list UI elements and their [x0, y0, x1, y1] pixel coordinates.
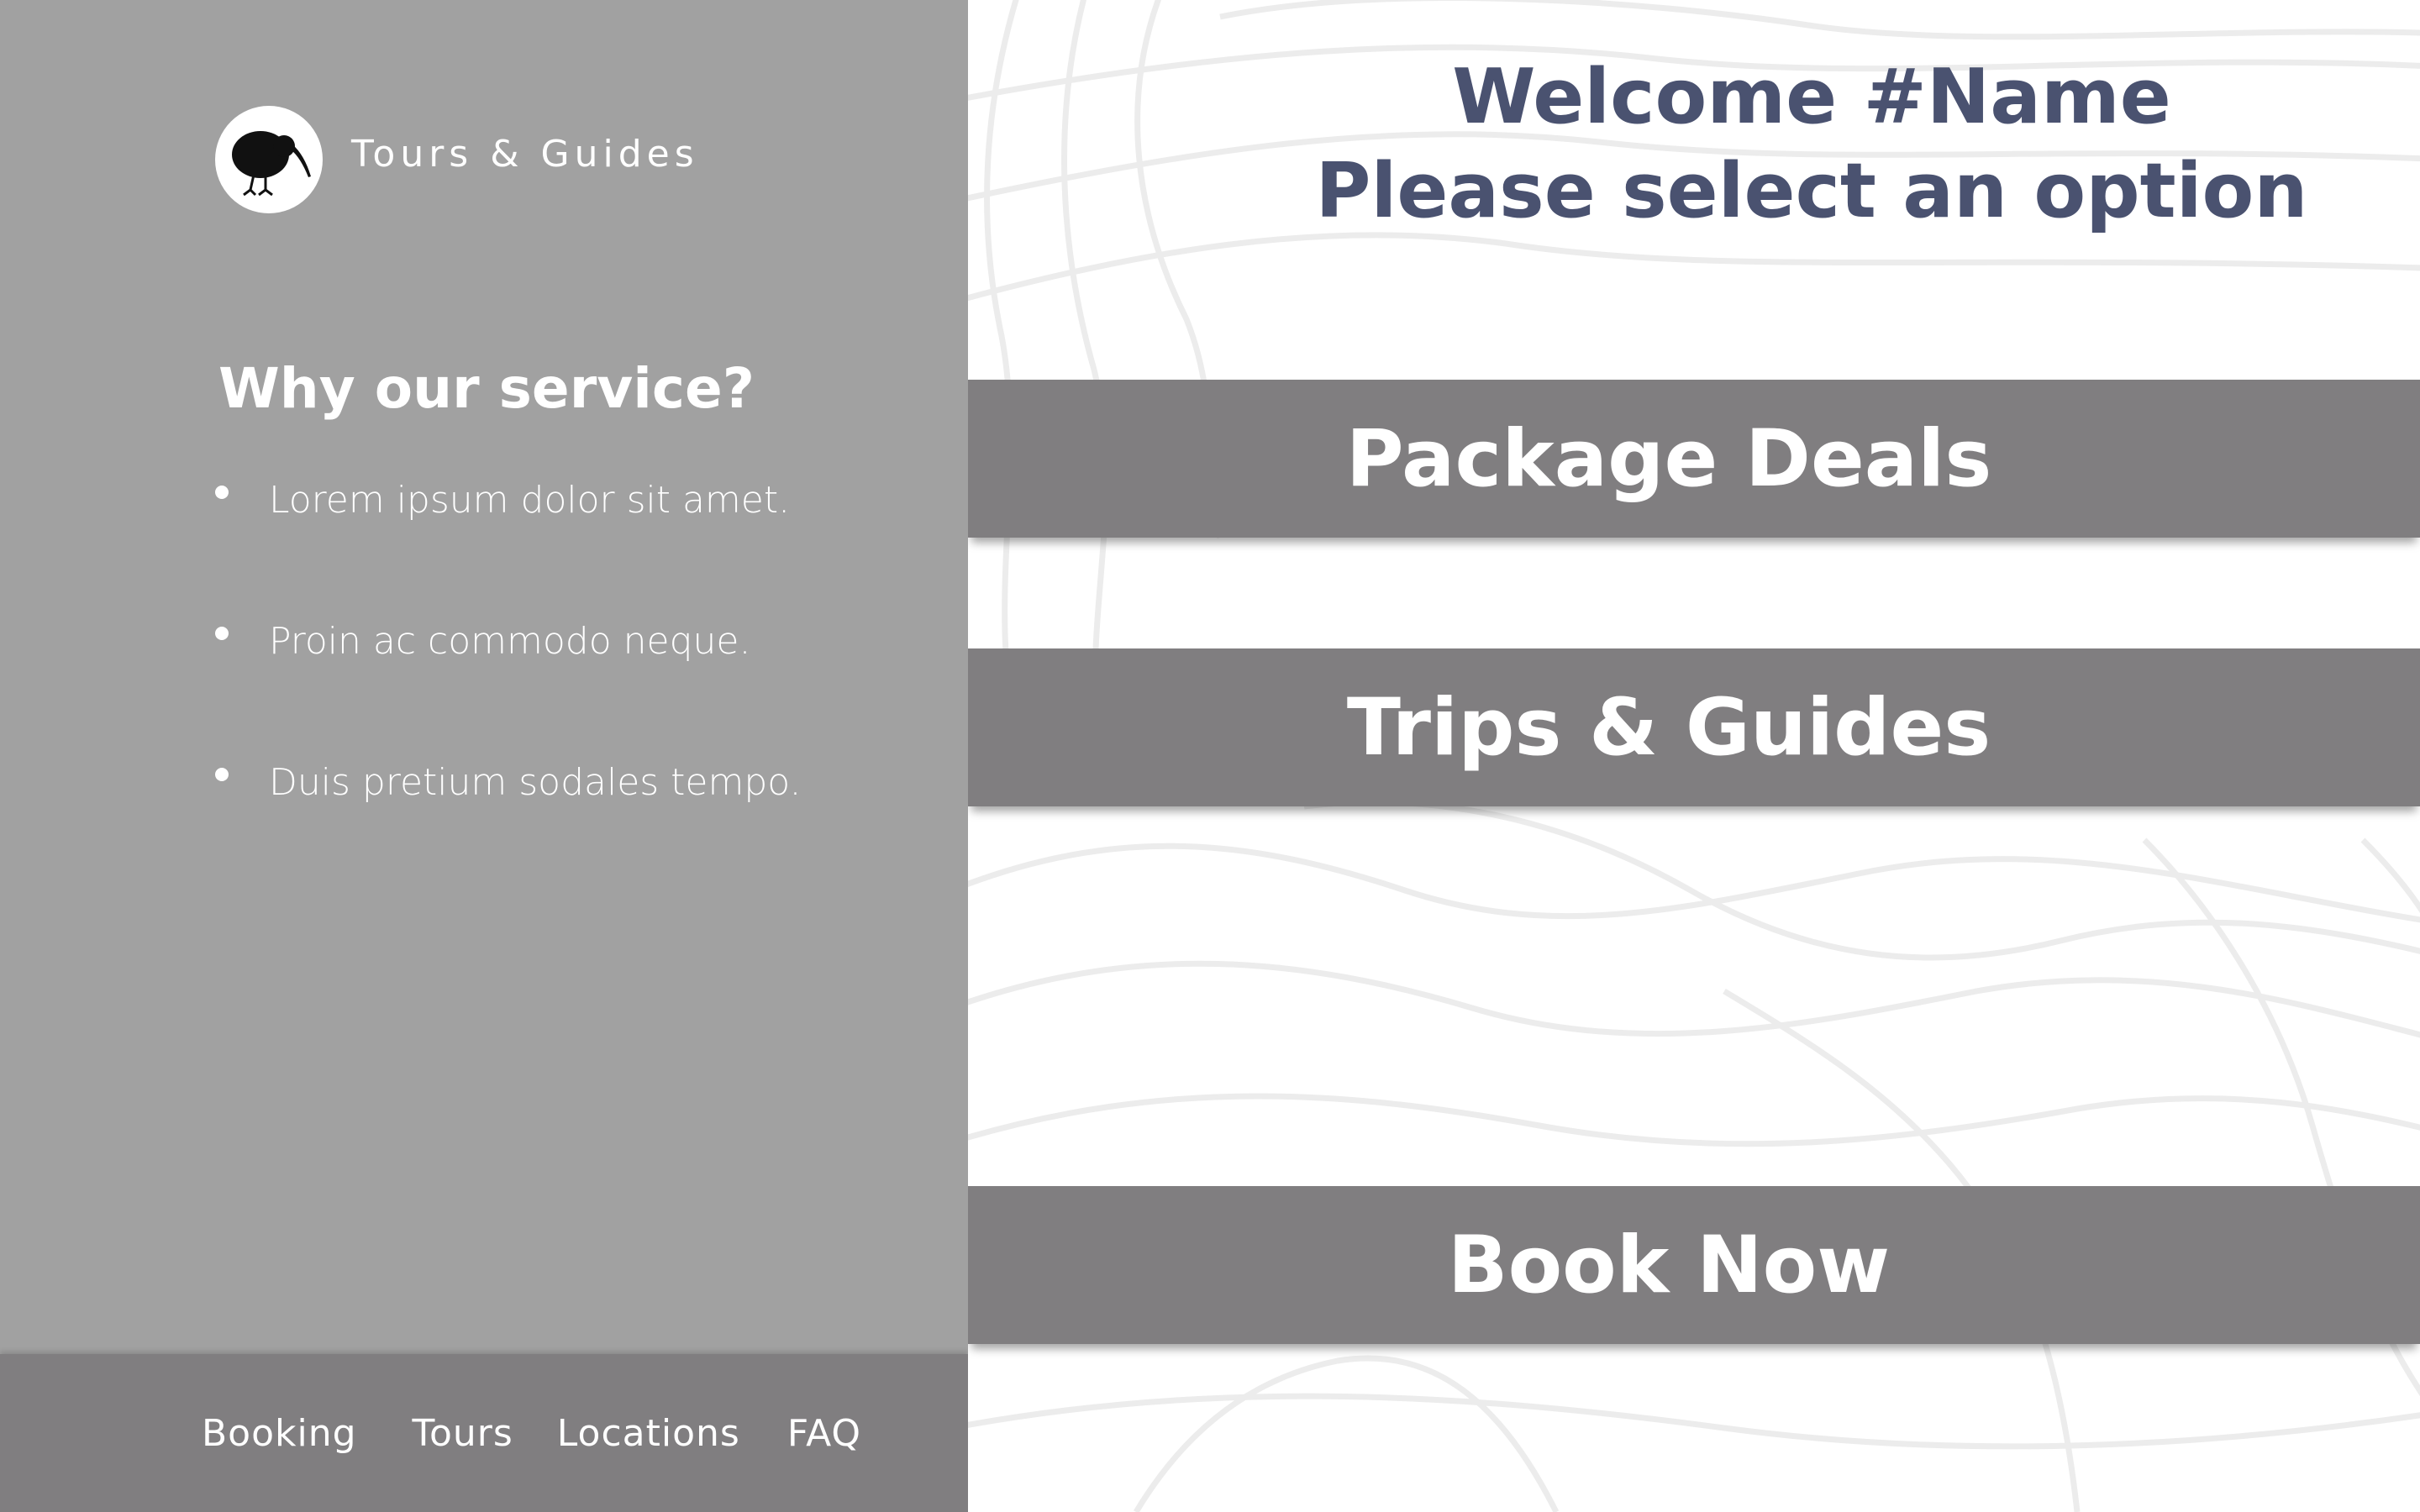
brand-name: Tours & Guides [351, 133, 699, 176]
trips-guides-button[interactable]: Trips & Guides [968, 648, 2420, 806]
instruction-line: Please select an option [1315, 147, 2308, 235]
bullet-icon [215, 627, 229, 640]
button-label: Trips & Guides [1346, 681, 1991, 774]
feature-text: Duis pretium sodales tempo. [269, 761, 802, 804]
kiwi-bird-icon [232, 131, 311, 197]
nav-link-locations[interactable]: Locations [557, 1412, 740, 1455]
sidebar: Tours & Guides Why our service? Lorem ip… [0, 0, 968, 1512]
why-title: Why our service? [218, 356, 755, 421]
nav-link-booking[interactable]: Booking [202, 1412, 357, 1455]
list-item: Duis pretium sodales tempo. [212, 753, 801, 894]
list-item: Lorem ipsum dolor sit amet. [212, 470, 801, 612]
logo[interactable] [215, 106, 323, 213]
welcome-heading: Welcome #Name Please select an option [968, 50, 2420, 239]
button-label: Package Deals [1345, 412, 1992, 505]
bullet-icon [215, 486, 229, 499]
feature-text: Proin ac commodo neque. [269, 620, 751, 663]
feature-text: Lorem ipsum dolor sit amet. [269, 479, 791, 522]
feature-list: Lorem ipsum dolor sit amet. Proin ac com… [212, 470, 801, 894]
nav-link-faq[interactable]: FAQ [787, 1412, 861, 1455]
page: Tours & Guides Why our service? Lorem ip… [0, 0, 2420, 1512]
main-content: Welcome #Name Please select an option Pa… [968, 0, 2420, 1512]
list-item: Proin ac commodo neque. [212, 612, 801, 753]
bullet-icon [215, 768, 229, 781]
package-deals-button[interactable]: Package Deals [968, 380, 2420, 538]
book-now-button[interactable]: Book Now [968, 1186, 2420, 1344]
footer-nav: Booking Tours Locations FAQ [0, 1354, 968, 1512]
button-label: Book Now [1447, 1219, 1891, 1311]
welcome-line: Welcome #Name [1452, 53, 2171, 141]
nav-link-tours[interactable]: Tours [413, 1412, 513, 1455]
